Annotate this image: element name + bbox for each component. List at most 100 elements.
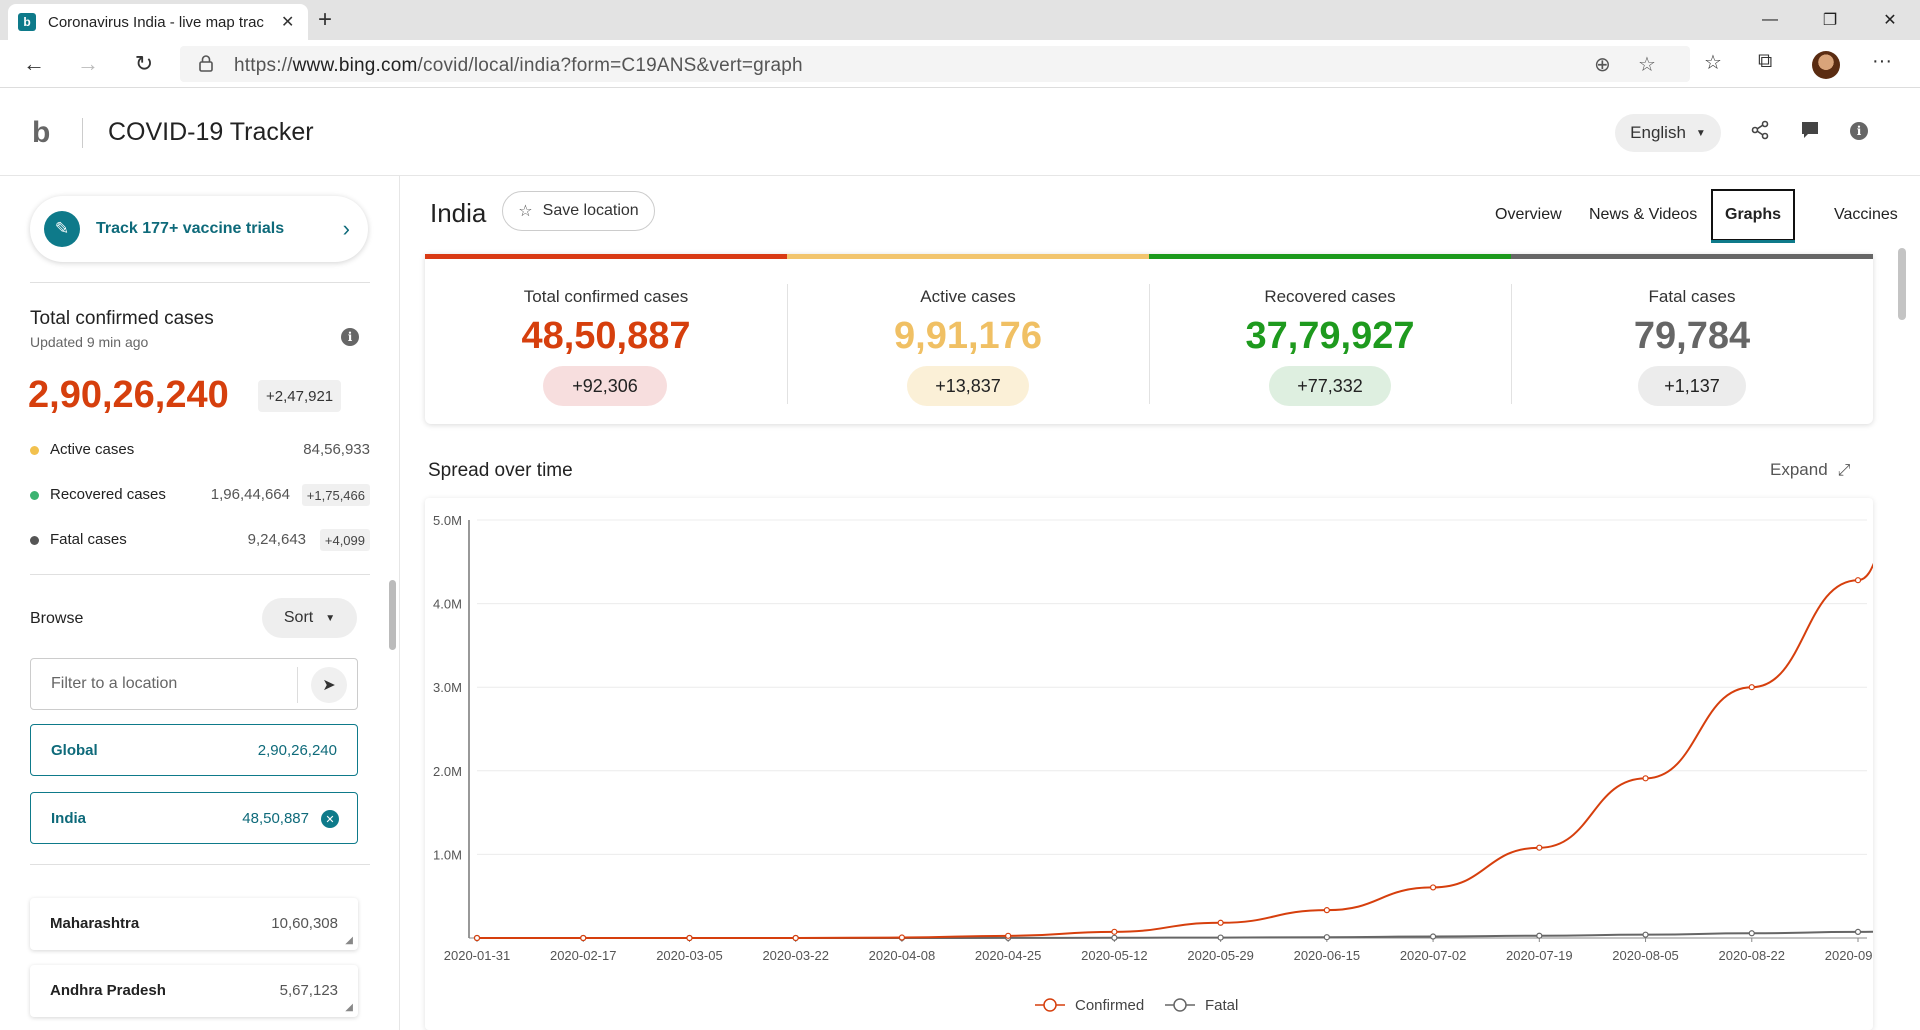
x-tick-label: 2020-07-02 — [1400, 948, 1467, 963]
data-point-confirmed — [473, 934, 481, 942]
language-label: English — [1630, 123, 1686, 142]
x-tick-label: 2020-04-08 — [869, 948, 936, 963]
sort-button[interactable]: Sort ▼ — [262, 598, 357, 638]
data-point-fatal — [1536, 932, 1543, 939]
data-point-fatal — [1854, 928, 1862, 935]
expand-label: Expand — [1770, 460, 1828, 479]
add-favorite-star-icon[interactable]: ☆ — [1638, 52, 1656, 77]
restore-icon[interactable]: ❐ — [1800, 0, 1860, 40]
stat-label: Fatal cases — [50, 531, 127, 548]
expand-button[interactable]: Expand ⤢ — [1770, 460, 1850, 480]
y-tick-label: 2.0M — [433, 764, 462, 779]
x-tick-label: 2020-08-22 — [1719, 948, 1786, 963]
main-scrollbar[interactable] — [1898, 248, 1906, 320]
data-point-confirmed — [1217, 919, 1224, 926]
vaccine-trials-card[interactable]: ✎ Track 177+ vaccine trials › — [30, 196, 368, 262]
data-point-confirmed — [1429, 884, 1437, 891]
y-tick-label: 1.0M — [433, 847, 462, 862]
data-point-confirmed — [1536, 844, 1543, 851]
data-point-confirmed — [1748, 684, 1755, 691]
data-point-fatal — [1429, 933, 1437, 940]
x-tick-label: 2020-03-22 — [762, 948, 829, 963]
filter-divider — [297, 667, 298, 703]
tab-graphs[interactable]: Graphs — [1711, 189, 1796, 243]
save-location-button[interactable]: ☆ Save location — [502, 191, 655, 231]
stat-fatal: Fatal cases 9,24,643 +4,099 — [30, 528, 370, 552]
vaccine-trials-label: Track 177+ vaccine trials — [96, 220, 285, 237]
x-tick-label: 2020-03-05 — [656, 948, 723, 963]
summary-delta: +13,837 — [907, 366, 1029, 406]
browser-nav-bar: ← → ↻ https://www.bing.com/covid/local/i… — [0, 40, 1920, 88]
tab-overview[interactable]: Overview — [1483, 189, 1574, 241]
app-header: b COVID-19 Tracker English ▼ i — [0, 88, 1920, 176]
tab-news-videos[interactable]: News & Videos — [1577, 189, 1709, 241]
address-bar[interactable]: https://www.bing.com/covid/local/india?f… — [180, 46, 1690, 82]
location-item-india[interactable]: India 48,50,887 ✕ — [30, 792, 358, 844]
language-dropdown[interactable]: English ▼ — [1615, 114, 1721, 152]
more-menu-icon[interactable]: ··· — [1872, 50, 1892, 73]
x-tick-label: 2020-05-29 — [1187, 948, 1254, 963]
feedback-icon[interactable] — [1800, 120, 1820, 146]
spread-chart: 1.0M 2.0M 3.0M 4.0M 5.0M 2020-01-31 2020-02-17… — [433, 513, 1873, 1014]
close-tab-icon[interactable]: ✕ — [281, 12, 294, 32]
favorites-icon[interactable]: ☆ — [1704, 50, 1722, 75]
location-item-global[interactable]: Global 2,90,26,240 — [30, 724, 358, 776]
summary-delta: +92,306 — [543, 366, 667, 406]
y-tick-label: 4.0M — [433, 597, 462, 612]
refresh-icon[interactable]: ↻ — [128, 48, 160, 80]
spread-over-time-title: Spread over time — [428, 460, 573, 481]
window-close-icon[interactable]: ✕ — [1860, 0, 1920, 40]
location-name: Global — [51, 742, 98, 759]
lock-icon — [199, 55, 213, 72]
tab-vaccines[interactable]: Vaccines — [1822, 189, 1910, 241]
browser-tab[interactable]: b Coronavirus India - live map trac ✕ — [8, 4, 308, 40]
location-count: 5,67,123 — [279, 982, 338, 999]
data-point-fatal — [1111, 934, 1118, 941]
left-panel: ✎ Track 177+ vaccine trials › Total conf… — [0, 176, 400, 1030]
syringe-icon: ✎ — [44, 211, 80, 247]
new-tab-icon[interactable]: + — [318, 6, 332, 34]
save-location-label: Save location — [542, 202, 639, 219]
legend-label-fatal: Fatal — [1205, 997, 1238, 1014]
data-point-confirmed — [1642, 775, 1649, 782]
minimize-icon[interactable]: — — [1740, 0, 1800, 40]
back-arrow-icon[interactable]: ← — [18, 48, 50, 80]
data-point-fatal — [1217, 934, 1224, 941]
summary-delta: +77,332 — [1269, 366, 1391, 406]
data-point-confirmed — [1323, 907, 1330, 914]
add-tab-icon[interactable]: ⊕ — [1594, 52, 1611, 77]
stat-label: Active cases — [50, 441, 135, 458]
x-tick-label: 2020-07-19 — [1506, 948, 1573, 963]
data-point-confirmed — [792, 934, 799, 942]
browser-tab-bar: b Coronavirus India - live map trac ✕ + … — [0, 0, 1920, 40]
collections-icon[interactable]: ⧉ — [1758, 50, 1772, 73]
location-item-maharashtra[interactable]: Maharashtra 10,60,308 ◢ — [30, 898, 358, 950]
profile-avatar[interactable] — [1812, 51, 1840, 79]
x-tick-label: 2020-09-08 — [1825, 948, 1873, 963]
location-item-andhra-pradesh[interactable]: Andhra Pradesh 5,67,123 ◢ — [30, 965, 358, 1017]
y-tick-label: 3.0M — [433, 680, 462, 695]
divider — [30, 864, 370, 865]
data-point-confirmed — [898, 934, 906, 941]
stat-recovered: Recovered cases 1,96,44,664 +1,75,466 — [30, 483, 370, 507]
location-filter-input[interactable]: Filter to a location ➤ — [30, 658, 358, 710]
share-icon[interactable] — [1750, 120, 1770, 146]
x-tick-label: 2020-01-31 — [444, 948, 511, 963]
summary-value: 48,50,887 — [521, 315, 691, 357]
forward-arrow-icon[interactable]: → — [72, 48, 104, 80]
chevron-down-icon: ▼ — [1695, 127, 1706, 139]
clear-location-icon[interactable]: ✕ — [321, 810, 339, 828]
left-panel-scrollbar[interactable] — [389, 580, 396, 650]
info-icon[interactable]: i — [341, 328, 359, 346]
info-icon[interactable]: i — [1850, 122, 1868, 140]
summary-label: Total confirmed cases — [523, 287, 689, 306]
location-name: Andhra Pradesh — [50, 982, 166, 999]
divider — [30, 282, 370, 283]
bing-logo-icon[interactable]: b — [32, 116, 50, 150]
locate-me-icon[interactable]: ➤ — [311, 667, 347, 703]
summary-delta: +1,137 — [1638, 366, 1746, 406]
expand-icon: ⤢ — [1837, 462, 1851, 479]
total-cases-title: Total confirmed cases — [30, 308, 214, 329]
data-point-fatal — [1642, 931, 1649, 938]
summary-value: 79,784 — [1633, 315, 1751, 357]
